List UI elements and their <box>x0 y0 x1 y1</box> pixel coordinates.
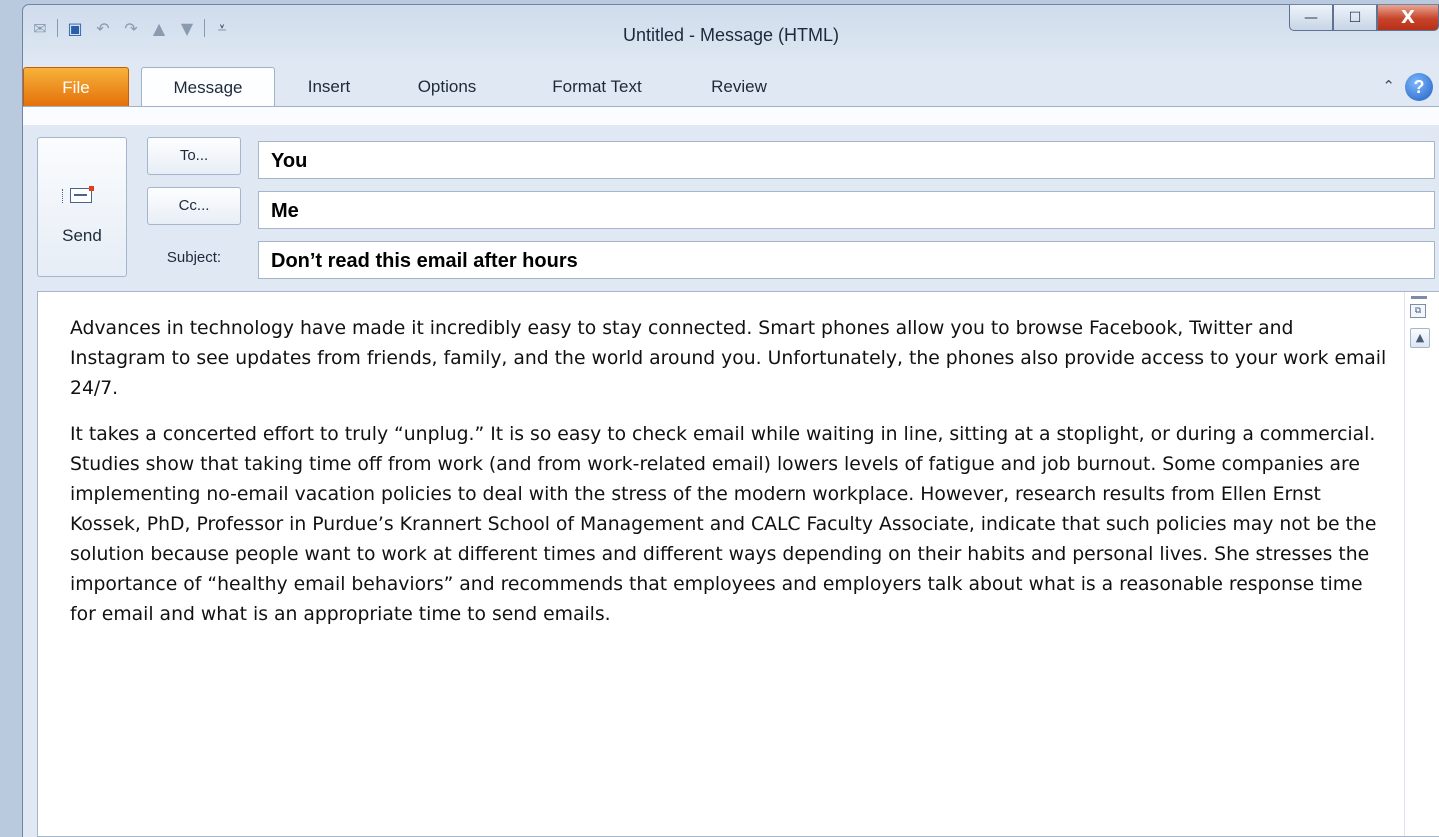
split-handle[interactable] <box>1411 296 1427 299</box>
maximize-icon: ☐ <box>1348 9 1362 26</box>
ribbon-tabs: File Message Insert Options Format Text … <box>23 67 1439 107</box>
to-field[interactable]: You <box>258 141 1435 179</box>
tab-message[interactable]: Message <box>141 67 275 107</box>
window-controls: — ☐ X <box>1289 5 1439 33</box>
send-label: Send <box>62 226 102 245</box>
tab-options[interactable]: Options <box>397 67 497 107</box>
tab-file[interactable]: File <box>23 67 129 107</box>
send-icon <box>62 186 94 208</box>
message-body[interactable]: Advances in technology have made it incr… <box>37 291 1439 837</box>
tab-format-text[interactable]: Format Text <box>527 67 667 107</box>
cc-button[interactable]: Cc... <box>147 187 241 225</box>
view-ruler-icon[interactable]: ⧉ <box>1410 304 1426 318</box>
message-header: Send To... Cc... Subject: You Me Don’t r… <box>33 127 1439 287</box>
minimize-icon: — <box>1304 9 1318 26</box>
body-paragraph: Advances in technology have made it incr… <box>70 318 1387 399</box>
to-button[interactable]: To... <box>147 137 241 175</box>
subject-label: Subject: <box>166 249 222 266</box>
outlook-message-window: ✉ ▣ ↶ ↷ ▲ ▼ ⩡ Untitled - Message (HTML) … <box>22 4 1439 837</box>
subject-field[interactable]: Don’t read this email after hours <box>258 241 1435 279</box>
message-body-text[interactable]: Advances in technology have made it incr… <box>70 314 1390 646</box>
close-button[interactable]: X <box>1377 5 1439 31</box>
window-title: Untitled - Message (HTML) <box>622 25 840 45</box>
collapse-ribbon-icon[interactable]: ⌃ <box>1382 77 1395 95</box>
tab-insert[interactable]: Insert <box>289 67 369 107</box>
ribbon-collapsed-area <box>23 106 1439 125</box>
maximize-button[interactable]: ☐ <box>1333 5 1377 31</box>
help-icon[interactable]: ? <box>1405 73 1433 101</box>
scroll-up-icon[interactable]: ▲ <box>1410 328 1430 348</box>
body-paragraph: It takes a concerted effort to truly “un… <box>70 424 1377 625</box>
tab-review[interactable]: Review <box>699 67 779 107</box>
title-bar: ✉ ▣ ↶ ↷ ▲ ▼ ⩡ Untitled - Message (HTML) … <box>23 5 1439 63</box>
vertical-scrollbar[interactable]: ⧉ ▲ <box>1404 292 1435 836</box>
close-icon: X <box>1401 7 1415 28</box>
send-button[interactable]: Send <box>37 137 127 277</box>
cc-field[interactable]: Me <box>258 191 1435 229</box>
minimize-button[interactable]: — <box>1289 5 1333 31</box>
